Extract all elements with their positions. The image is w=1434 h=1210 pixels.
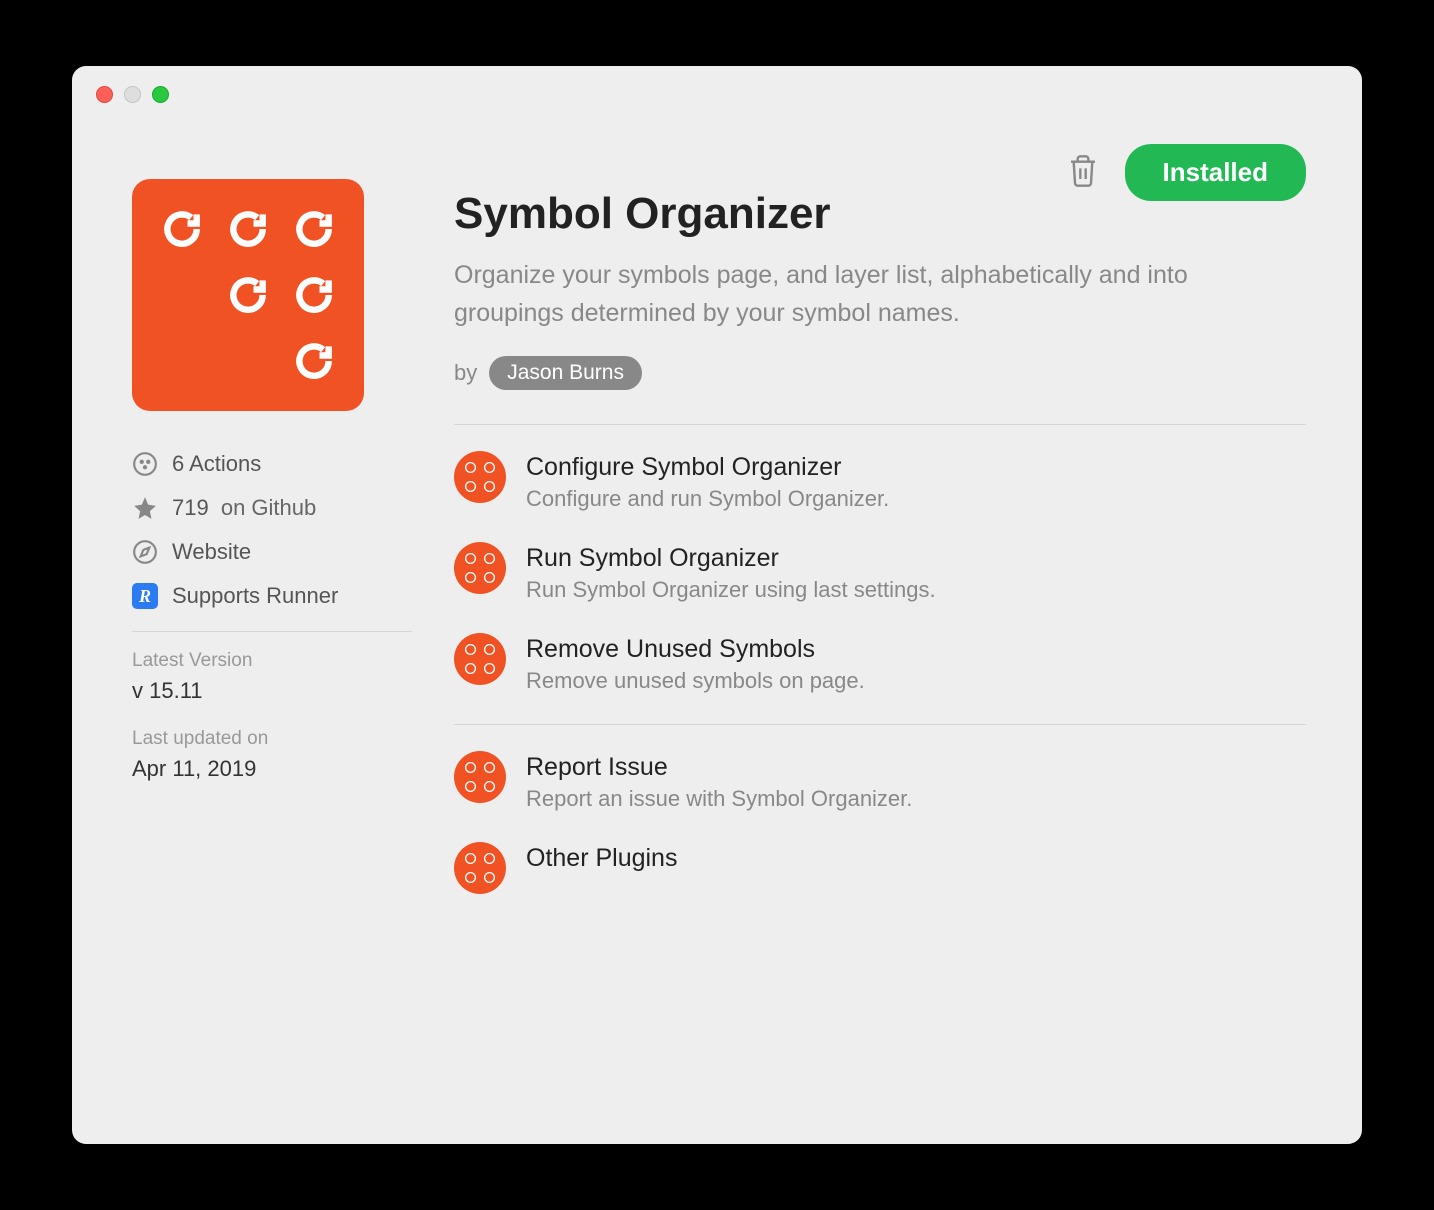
stars-count: 719 xyxy=(172,495,209,520)
stars-suffix: on Github xyxy=(221,495,316,520)
last-updated-block: Last updated on Apr 11, 2019 xyxy=(132,728,412,782)
action-desc: Configure and run Symbol Organizer. xyxy=(526,486,1306,512)
action-icon xyxy=(454,542,506,594)
install-status-button[interactable]: Installed xyxy=(1125,144,1306,201)
action-desc: Remove unused symbols on page. xyxy=(526,668,1306,694)
plugin-description: Organize your symbols page, and layer li… xyxy=(454,257,1194,332)
version-value: v 15.11 xyxy=(132,678,412,704)
website-label: Website xyxy=(172,539,251,565)
runner-label: Supports Runner xyxy=(172,583,338,609)
action-title: Configure Symbol Organizer xyxy=(526,453,1306,482)
main-divider-2 xyxy=(454,724,1306,725)
action-title: Report Issue xyxy=(526,753,1306,782)
action-other-plugins[interactable]: Other Plugins xyxy=(454,842,1306,894)
meta-supports-runner: R Supports Runner xyxy=(132,583,412,609)
window-titlebar xyxy=(72,66,1362,123)
byline: by Jason Burns xyxy=(454,356,1306,390)
maximize-window-button[interactable] xyxy=(152,86,169,103)
meta-list: 6 Actions 719 on Github xyxy=(132,451,412,609)
action-remove-unused[interactable]: Remove Unused Symbols Remove unused symb… xyxy=(454,633,1306,694)
latest-version-block: Latest Version v 15.11 xyxy=(132,650,412,704)
action-icon xyxy=(454,451,506,503)
action-configure[interactable]: Configure Symbol Organizer Configure and… xyxy=(454,451,1306,512)
plugin-main-content: Symbol Organizer Organize your symbols p… xyxy=(454,179,1306,924)
action-report-issue[interactable]: Report Issue Report an issue with Symbol… xyxy=(454,751,1306,812)
action-title: Run Symbol Organizer xyxy=(526,544,1306,573)
runner-icon: R xyxy=(132,583,158,609)
minimize-window-button[interactable] xyxy=(124,86,141,103)
main-divider xyxy=(454,424,1306,425)
updated-label: Last updated on xyxy=(132,728,412,750)
plugin-detail-window: Installed xyxy=(72,66,1362,1144)
actions-icon xyxy=(132,451,158,477)
version-label: Latest Version xyxy=(132,650,412,672)
plugin-sidebar: 6 Actions 719 on Github xyxy=(132,179,412,924)
sidebar-divider xyxy=(132,631,412,632)
close-window-button[interactable] xyxy=(96,86,113,103)
author-pill[interactable]: Jason Burns xyxy=(489,356,642,390)
action-icon xyxy=(454,633,506,685)
meta-actions-count: 6 Actions xyxy=(132,451,412,477)
meta-github-stars[interactable]: 719 on Github xyxy=(132,495,412,521)
action-icon xyxy=(454,842,506,894)
action-icon xyxy=(454,751,506,803)
header-controls: Installed xyxy=(1063,144,1306,201)
action-run[interactable]: Run Symbol Organizer Run Symbol Organize… xyxy=(454,542,1306,603)
action-desc: Run Symbol Organizer using last settings… xyxy=(526,577,1306,603)
updated-value: Apr 11, 2019 xyxy=(132,756,412,782)
meta-website-link[interactable]: Website xyxy=(132,539,412,565)
action-title: Other Plugins xyxy=(526,844,1306,873)
trash-icon xyxy=(1067,177,1099,192)
star-icon xyxy=(132,495,158,521)
actions-count-text: 6 Actions xyxy=(172,451,261,477)
traffic-lights xyxy=(96,86,169,103)
plugin-icon xyxy=(132,179,364,411)
by-label: by xyxy=(454,360,477,386)
uninstall-button[interactable] xyxy=(1063,149,1103,196)
compass-icon xyxy=(132,539,158,565)
action-desc: Report an issue with Symbol Organizer. xyxy=(526,786,1306,812)
action-title: Remove Unused Symbols xyxy=(526,635,1306,664)
